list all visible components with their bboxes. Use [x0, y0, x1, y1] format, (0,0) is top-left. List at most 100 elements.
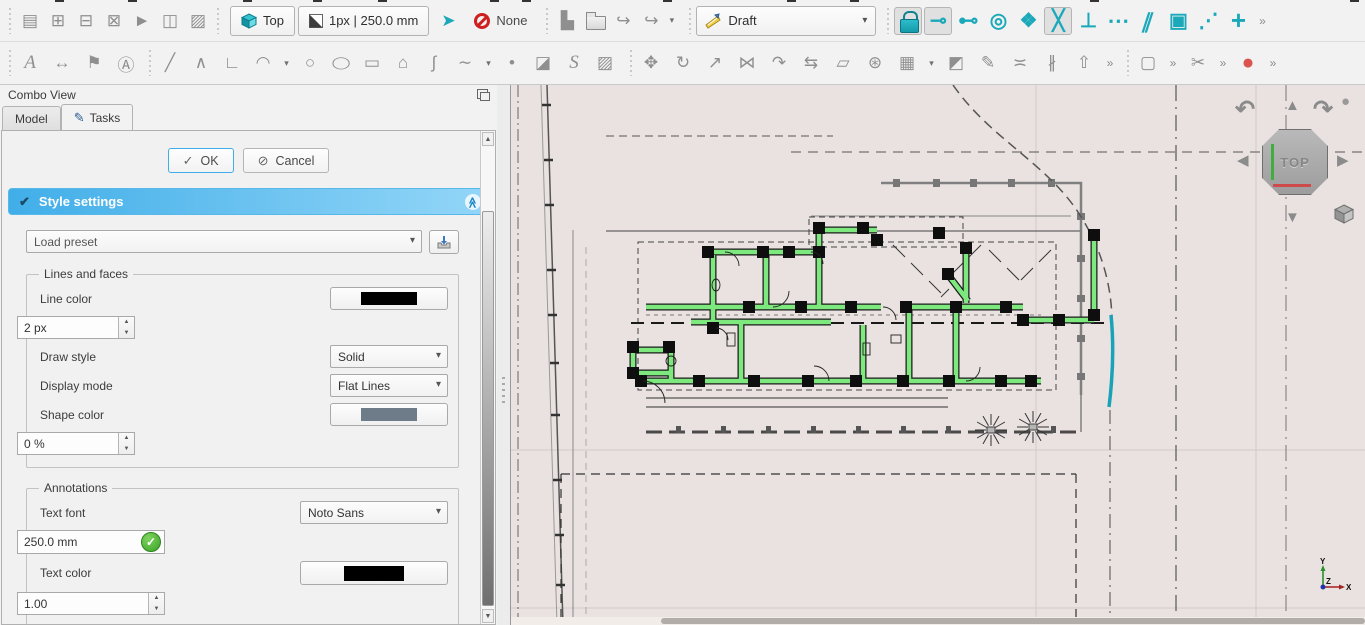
dimension-icon[interactable]: ↔: [48, 49, 76, 77]
transparency-up-arrow[interactable]: ▲: [119, 433, 134, 444]
send-to-drawing-icon[interactable]: ↪: [637, 7, 665, 35]
new-group-icon[interactable]: [581, 7, 609, 35]
clone-icon[interactable]: ⊛: [861, 49, 889, 77]
toolbar-drag-handle[interactable]: [146, 50, 154, 76]
autogroup-button[interactable]: None: [468, 6, 533, 36]
workbench-selector[interactable]: Draft ▾: [696, 6, 876, 36]
text-size-input[interactable]: 250.0 mm ✓: [17, 530, 165, 554]
mirror-icon[interactable]: ⋈: [733, 49, 761, 77]
join-icon[interactable]: ≍: [1006, 49, 1034, 77]
load-preset-select[interactable]: Load preset: [26, 230, 422, 253]
ellipse-icon[interactable]: ◯: [327, 53, 355, 73]
subelement-icon[interactable]: ▱: [829, 49, 857, 77]
shapestring-icon[interactable]: S: [560, 49, 588, 77]
snap-grid-icon[interactable]: +: [1224, 7, 1252, 35]
cut-icon[interactable]: ✂: [1184, 49, 1212, 77]
nav-rotate-cw-arrow[interactable]: ↷: [1313, 95, 1333, 124]
arc-dropdown-arrow[interactable]: ▾: [280, 49, 293, 77]
snap-center-icon[interactable]: ◎: [984, 7, 1012, 35]
label-icon[interactable]: ⚑: [80, 49, 108, 77]
shape-2d-view-icon[interactable]: ◩: [942, 49, 970, 77]
polygon-icon[interactable]: ⌂: [389, 49, 417, 77]
add-to-construction-group-icon[interactable]: ►: [128, 7, 156, 35]
collapse-icon[interactable]: ≪: [465, 194, 481, 210]
text-font-select[interactable]: Noto Sans: [300, 501, 448, 524]
viewport-horizontal-scrollbar[interactable]: [511, 617, 1365, 625]
move-to-group-arrow-icon[interactable]: ↪: [609, 7, 637, 35]
snap-extension-icon[interactable]: ⋯: [1104, 7, 1132, 35]
snap-lock-icon[interactable]: [894, 7, 922, 35]
nav-arrow-right[interactable]: ▶: [1337, 151, 1349, 169]
toolbar-drag-handle[interactable]: [1124, 50, 1132, 76]
transparency-down-arrow[interactable]: ▼: [119, 444, 134, 455]
style-settings-button[interactable]: 1px | 250.0 mm: [298, 6, 429, 36]
edit-overflow-chevron[interactable]: »: [1215, 49, 1231, 77]
style-settings-header[interactable]: ✔ Style settings ≪: [8, 188, 489, 215]
annotation-styles-icon[interactable]: Ⓐ: [112, 49, 140, 77]
line-color-button[interactable]: [330, 287, 448, 310]
snap-endpoint-icon[interactable]: ⊸: [924, 7, 952, 35]
tab-tasks[interactable]: ✎ Tasks: [61, 104, 134, 130]
line-width-up-arrow[interactable]: ▲: [119, 317, 134, 328]
selection-view-icon[interactable]: ▢: [1134, 49, 1162, 77]
text-icon[interactable]: A: [16, 49, 44, 77]
arc-icon[interactable]: ◠: [249, 49, 277, 77]
send-dropdown-arrow[interactable]: ▾: [665, 7, 678, 35]
line-spacing-input[interactable]: 1.00 ▲▼: [17, 592, 165, 615]
point-icon[interactable]: •: [498, 49, 526, 77]
array-icon[interactable]: ▦: [893, 49, 921, 77]
nav-sphere-icon[interactable]: ●: [1341, 93, 1350, 110]
scale-icon[interactable]: ↗: [701, 49, 729, 77]
fillet-icon[interactable]: ∟: [218, 49, 246, 77]
nav-rotate-ccw-arrow[interactable]: ↶: [1235, 95, 1255, 124]
working-plane-proxy-icon[interactable]: ▨: [184, 7, 212, 35]
snap-intersection-icon[interactable]: ╳: [1044, 7, 1072, 35]
bezier-dropdown-arrow[interactable]: ▾: [482, 49, 495, 77]
move-to-group-icon[interactable]: ⊟: [72, 7, 100, 35]
layers-icon[interactable]: ▤: [16, 7, 44, 35]
cancel-button[interactable]: ⊘ Cancel: [243, 148, 330, 173]
nav-arrow-left[interactable]: ◀: [1237, 151, 1249, 169]
bezier-icon[interactable]: ∼: [451, 49, 479, 77]
mini-cube-icon[interactable]: [1333, 203, 1355, 225]
nav-arrow-down[interactable]: ▼: [1285, 209, 1300, 226]
snap-parallel-icon[interactable]: ∥: [1130, 7, 1167, 35]
macro-overflow-chevron[interactable]: »: [1265, 49, 1281, 77]
float-panel-icon[interactable]: [477, 89, 488, 99]
toolbar-drag-handle[interactable]: [543, 8, 551, 34]
array-dropdown-arrow[interactable]: ▾: [925, 49, 938, 77]
scroll-up-button[interactable]: ▲: [482, 132, 494, 146]
working-plane-button[interactable]: Top: [230, 6, 295, 36]
display-mode-select[interactable]: Flat Lines: [330, 374, 448, 397]
selection-overflow-chevron[interactable]: »: [1165, 49, 1181, 77]
text-color-button[interactable]: [300, 561, 448, 585]
3d-viewport[interactable]: ↶ ↷ ● ▲ ◀ ▶ ▼ TOP: [510, 85, 1365, 625]
select-group-contents-icon[interactable]: ⊠: [100, 7, 128, 35]
toggle-display-mode-icon[interactable]: ◫: [156, 7, 184, 35]
snap-overflow-chevron[interactable]: »: [1254, 7, 1270, 35]
shape-color-button[interactable]: [330, 403, 448, 426]
scroll-down-button[interactable]: ▼: [482, 609, 494, 623]
move-icon[interactable]: ✥: [637, 49, 665, 77]
toolbar-drag-handle[interactable]: [686, 8, 694, 34]
line-spacing-up-arrow[interactable]: ▲: [149, 593, 164, 604]
rotate-icon[interactable]: ↻: [669, 49, 697, 77]
toolbar-drag-handle[interactable]: [627, 50, 635, 76]
scrollbar-thumb[interactable]: [482, 211, 494, 606]
stretch-icon[interactable]: ⇆: [797, 49, 825, 77]
toolbar-drag-handle[interactable]: [6, 8, 14, 34]
macro-record-icon[interactable]: ●: [1234, 49, 1262, 77]
panel-scrollbar[interactable]: ▲ ▼: [480, 131, 495, 624]
add-to-group-icon[interactable]: ⊞: [44, 7, 72, 35]
save-preset-button[interactable]: [429, 230, 459, 254]
line-width-down-arrow[interactable]: ▼: [119, 328, 134, 339]
hatch-icon[interactable]: ▨: [591, 49, 619, 77]
ok-button[interactable]: ✓ OK: [168, 148, 234, 173]
snap-special-icon[interactable]: ▣: [1164, 7, 1192, 35]
upgrade-icon[interactable]: ⇧: [1070, 49, 1098, 77]
polyline-icon[interactable]: ∧: [187, 49, 215, 77]
snap-near-icon[interactable]: ⋰: [1194, 7, 1222, 35]
horizontal-scrollbar-thumb[interactable]: [661, 618, 1365, 624]
circle-icon[interactable]: ○: [296, 49, 324, 77]
nav-arrow-up[interactable]: ▲: [1285, 97, 1300, 114]
